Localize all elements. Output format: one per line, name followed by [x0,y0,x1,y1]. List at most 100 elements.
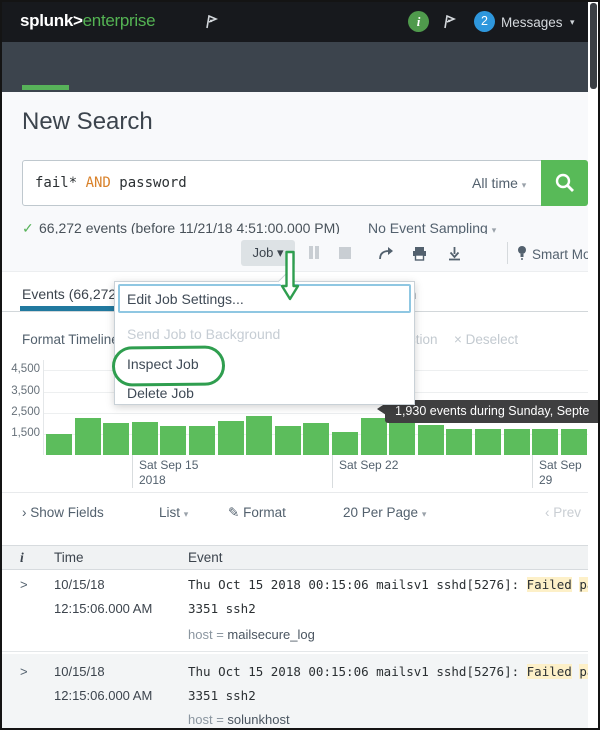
pause-icon[interactable] [309,246,323,260]
x-tick-label: Sat Sep 22 [339,458,398,473]
histogram-bar[interactable] [189,426,215,455]
scrollbar-thumb[interactable] [590,3,597,89]
y-axis-line [43,360,44,455]
prev-page-button[interactable]: ‹ Prev [545,505,581,520]
x-tick [332,455,333,488]
event-raw-line2: 3351 ssh2 [188,601,256,616]
messages-menu[interactable]: Messages [501,15,563,30]
splunk-search-window: splunk>enterprise i 2 Messages ▾ Search … [0,0,600,730]
column-header-info: i [20,550,24,566]
print-icon[interactable] [412,246,426,260]
event-raw-line2: 3351 ssh2 [188,688,256,703]
search-icon [554,172,576,194]
messages-count-badge[interactable]: 2 [474,11,495,32]
histogram-bar[interactable] [303,423,329,455]
activity-flag-icon[interactable] [442,15,458,34]
app-nav-bar: Search Datasets Reports Alerts Dashboard… [2,42,588,92]
format-menu[interactable]: ✎ Format [228,505,286,521]
chevron-right-icon: › [22,505,27,520]
annotation-arrow-down [278,250,302,302]
pencil-icon: ✎ [228,505,239,520]
list-view-menu[interactable]: List ▾ [159,505,188,520]
lightbulb-icon [516,245,528,266]
table-header [2,545,588,570]
per-page-menu[interactable]: 20 Per Page ▾ [343,505,426,520]
menu-item-edit-job-settings[interactable]: Edit Job Settings... [127,291,244,307]
highlighted-term: Failed [527,664,572,679]
event-date: 10/15/18 [54,664,105,679]
share-icon[interactable] [379,246,393,260]
top-bar: splunk>enterprise i 2 Messages ▾ [2,2,588,42]
highlighted-term: Failed [527,577,572,592]
expand-row-chevron[interactable]: > [20,577,28,592]
host-value[interactable]: solunkhost [227,712,289,727]
column-header-time: Time [54,550,84,565]
menu-item-delete-job[interactable]: Delete Job [127,385,194,401]
histogram-bar[interactable] [361,418,387,455]
histogram-bar[interactable] [103,423,129,455]
menu-item-send-job-to-background: Send Job to Background [127,326,280,342]
caret-down-icon: ▾ [184,509,189,519]
event-time: 12:15:06.000 AM [54,601,152,616]
histogram-bar[interactable] [75,418,101,455]
splunk-logo[interactable]: splunk>enterprise [20,11,155,31]
stop-icon[interactable] [339,246,353,260]
search-button[interactable] [541,160,588,206]
histogram-bar[interactable] [132,422,158,455]
scrollbar-track[interactable] [588,2,598,728]
info-badge-icon[interactable]: i [408,11,429,32]
chevron-left-icon: ‹ [545,505,550,520]
x-tick [132,455,133,488]
event-date: 10/15/18 [54,577,105,592]
event-host-field[interactable]: host = mailsecure_log [188,627,315,642]
show-fields-toggle[interactable]: › Show Fields [22,505,104,520]
event-host-field[interactable]: host = solunkhost [188,712,290,727]
histogram-bar[interactable] [160,426,186,455]
job-dropdown-menu: Edit Job Settings... Send Job to Backgro… [114,281,415,405]
event-time: 12:15:06.000 AM [54,688,152,703]
chart-tooltip: 1,930 events during Sunday, Septe [385,400,600,423]
page-title: New Search [22,108,153,136]
event-raw-line1: Thu Oct 15 2018 00:15:06 mailsv1 sshd[52… [188,664,600,679]
chart-bottom-border [2,492,588,493]
toolbar-divider [507,242,508,264]
histogram-bar[interactable] [46,434,72,455]
histogram-bar[interactable] [446,429,472,455]
histogram-bar[interactable] [418,425,444,455]
column-header-event: Event [188,550,223,565]
nav-active-underline [22,85,69,90]
histogram-bar[interactable] [275,426,301,455]
y-tick-label: 2,500 [2,406,40,418]
download-icon[interactable] [447,246,461,260]
annotation-circle-inspect-job [112,346,225,387]
time-range-label[interactable]: All time ▾ [472,175,526,191]
histogram-bar[interactable] [475,429,501,455]
y-tick-label: 4,500 [2,363,40,375]
caret-down-icon: ▾ [570,17,575,28]
y-tick-label: 1,500 [2,427,40,439]
brand-product: enterprise [83,11,156,30]
search-query-text[interactable]: fail* AND password [35,175,187,191]
histogram-bar[interactable] [332,432,358,455]
histogram-bar[interactable] [504,429,530,455]
query-operator: AND [86,175,111,191]
expand-row-chevron[interactable]: > [20,664,28,679]
caret-down-icon: ▾ [422,509,427,519]
deselect-button[interactable]: × Deselect [454,332,518,347]
histogram-bar[interactable] [218,421,244,455]
format-timeline-menu[interactable]: Format Timeline ▾ [22,332,127,347]
row-divider [2,651,588,652]
y-tick-label: 3,500 [2,385,40,397]
event-raw-line1: Thu Oct 15 2018 00:15:06 mailsv1 sshd[52… [188,577,600,592]
histogram-bar[interactable] [532,429,558,455]
tab-events[interactable]: Events (66,272) [22,286,121,302]
host-value[interactable]: mailsecure_log [227,627,314,642]
brand-splunk: splunk [20,11,73,30]
histogram-bar[interactable] [561,429,587,455]
histogram-bar[interactable] [246,416,272,455]
activity-flag-icon[interactable] [204,15,220,34]
close-icon: × [454,332,462,347]
brand-gt: > [73,11,83,30]
x-tick [532,455,533,488]
x-tick-label: Sat Sep 152018 [139,458,198,488]
